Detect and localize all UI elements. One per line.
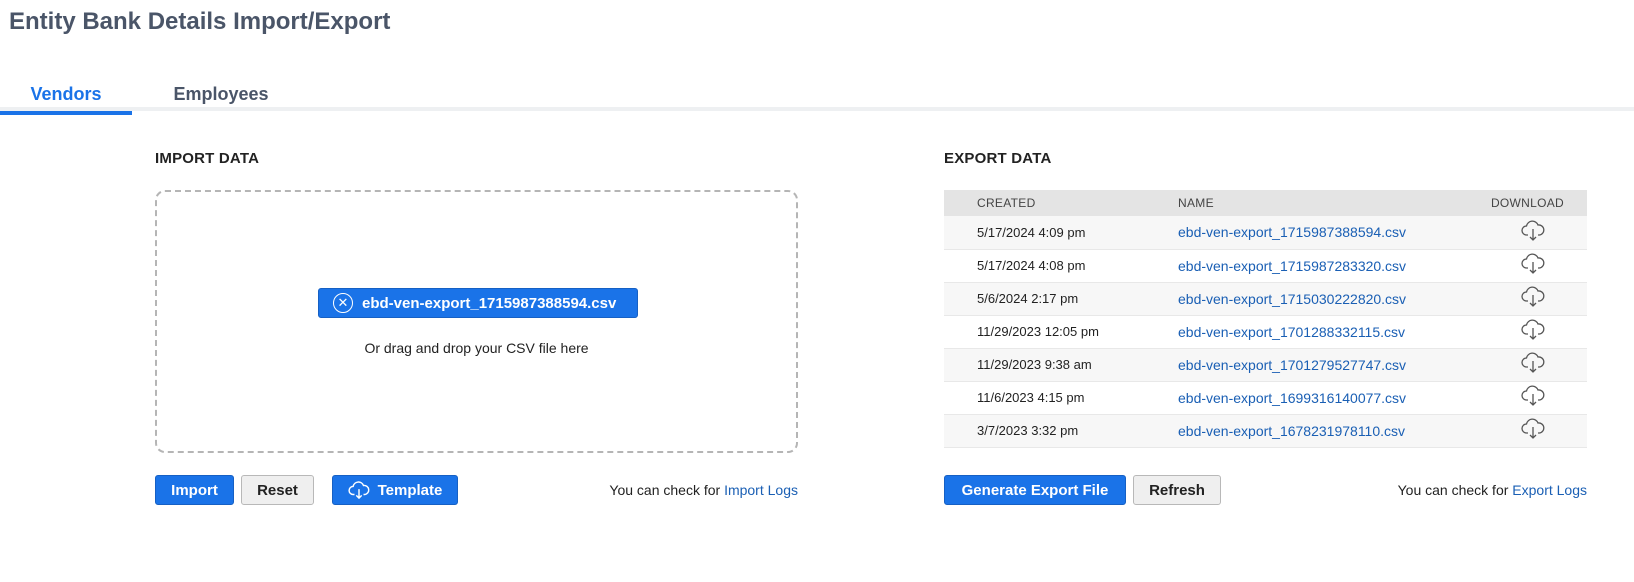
- drop-hint: Or drag and drop your CSV file here: [364, 340, 589, 356]
- column-header-name: NAME: [1178, 196, 1214, 210]
- csv-dropzone[interactable]: ✕ ebd-ven-export_1715987388594.csv Or dr…: [155, 190, 798, 453]
- row-file-link[interactable]: ebd-ven-export_1715987388594.csv: [1178, 224, 1406, 240]
- table-row: 11/29/2023 12:05 pm ebd-ven-export_17012…: [944, 315, 1587, 349]
- refresh-button[interactable]: Refresh: [1133, 475, 1221, 505]
- template-button-label: Template: [377, 481, 443, 499]
- close-circle-icon[interactable]: ✕: [333, 293, 353, 313]
- table-row: 11/6/2023 4:15 pm ebd-ven-export_1699316…: [944, 381, 1587, 415]
- import-heading: IMPORT DATA: [155, 150, 260, 167]
- cloud-download-icon[interactable]: [1520, 352, 1545, 377]
- row-created: 5/17/2024 4:08 pm: [944, 249, 1178, 283]
- row-file-link[interactable]: ebd-ven-export_1715987283320.csv: [1178, 258, 1406, 274]
- export-heading: EXPORT DATA: [944, 150, 1052, 167]
- cloud-download-icon[interactable]: [1520, 385, 1545, 410]
- export-table-header: CREATED NAME DOWNLOAD: [944, 190, 1587, 216]
- cloud-download-icon[interactable]: [1520, 253, 1545, 278]
- row-created: 11/29/2023 9:38 am: [944, 348, 1178, 382]
- row-file-link[interactable]: ebd-ven-export_1699316140077.csv: [1178, 390, 1406, 406]
- template-button[interactable]: Template: [332, 475, 458, 505]
- cloud-download-icon[interactable]: [1520, 220, 1545, 245]
- export-table: CREATED NAME DOWNLOAD 5/17/2024 4:09 pm …: [944, 190, 1587, 448]
- table-row: 3/7/2023 3:32 pm ebd-ven-export_16782319…: [944, 414, 1587, 448]
- page-title: Entity Bank Details Import/Export: [9, 8, 391, 35]
- column-header-download: DOWNLOAD: [1490, 196, 1565, 210]
- row-file-link[interactable]: ebd-ven-export_1715030222820.csv: [1178, 291, 1406, 307]
- table-row: 11/29/2023 9:38 am ebd-ven-export_170127…: [944, 348, 1587, 382]
- table-row: 5/6/2024 2:17 pm ebd-ven-export_17150302…: [944, 282, 1587, 316]
- cloud-download-icon[interactable]: [1520, 418, 1545, 443]
- table-row: 5/17/2024 4:08 pm ebd-ven-export_1715987…: [944, 249, 1587, 283]
- reset-button[interactable]: Reset: [241, 475, 314, 505]
- row-created: 11/6/2023 4:15 pm: [944, 381, 1178, 415]
- row-created: 5/17/2024 4:09 pm: [944, 216, 1178, 250]
- row-file-link[interactable]: ebd-ven-export_1701288332115.csv: [1178, 324, 1405, 340]
- row-created: 5/6/2024 2:17 pm: [944, 282, 1178, 316]
- export-log-note: You can check for Export Logs: [1398, 482, 1587, 498]
- import-button[interactable]: Import: [155, 475, 234, 505]
- row-file-link[interactable]: ebd-ven-export_1678231978110.csv: [1178, 423, 1405, 439]
- table-row: 5/17/2024 4:09 pm ebd-ven-export_1715987…: [944, 216, 1587, 250]
- import-log-note: You can check for Import Logs: [609, 482, 798, 498]
- import-log-text: You can check for: [609, 482, 721, 498]
- selected-file-name: ebd-ven-export_1715987388594.csv: [362, 294, 617, 312]
- row-created: 3/7/2023 3:32 pm: [944, 414, 1178, 448]
- row-created: 11/29/2023 12:05 pm: [944, 315, 1178, 349]
- selected-file-chip: ✕ ebd-ven-export_1715987388594.csv: [318, 288, 638, 318]
- export-log-text: You can check for: [1397, 482, 1509, 498]
- cloud-download-icon[interactable]: [1520, 319, 1545, 344]
- generate-export-button[interactable]: Generate Export File: [944, 475, 1126, 505]
- import-logs-link[interactable]: Import Logs: [724, 482, 798, 498]
- cloud-download-icon[interactable]: [1520, 286, 1545, 311]
- column-header-created: CREATED: [977, 196, 1036, 210]
- row-file-link[interactable]: ebd-ven-export_1701279527747.csv: [1178, 357, 1406, 373]
- cloud-download-icon: [348, 481, 370, 499]
- export-logs-link[interactable]: Export Logs: [1512, 482, 1587, 498]
- tab-employees[interactable]: Employees: [162, 84, 280, 111]
- tab-vendors[interactable]: Vendors: [0, 84, 132, 115]
- tab-bar: Vendors Employees: [0, 80, 1634, 115]
